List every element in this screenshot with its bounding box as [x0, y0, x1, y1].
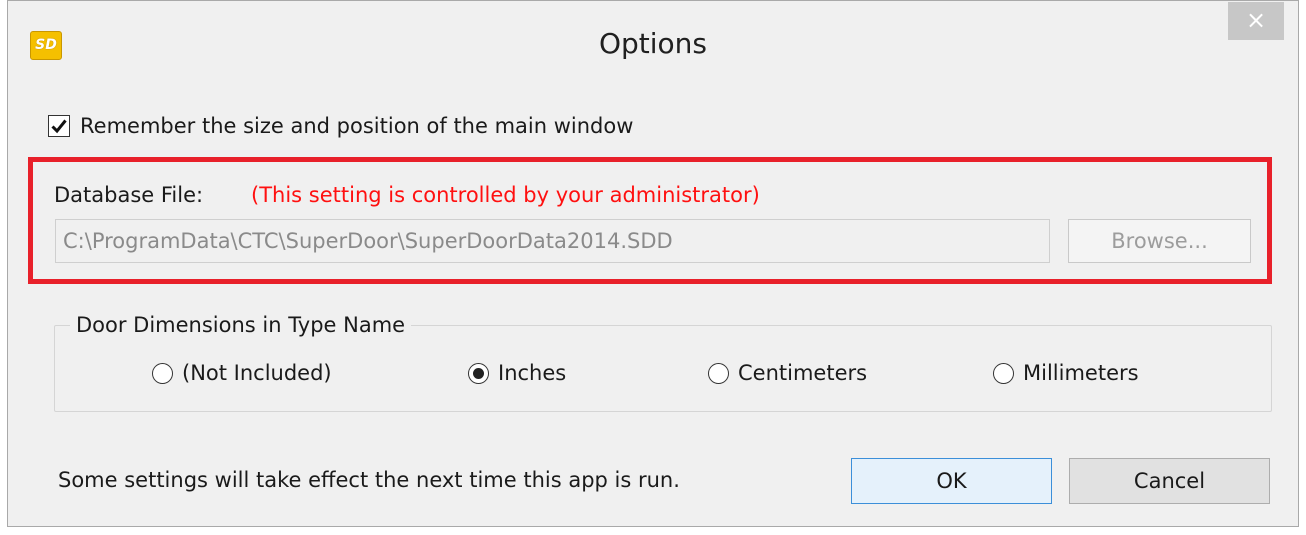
- door-dimensions-legend: Door Dimensions in Type Name: [70, 313, 412, 337]
- radio-millimeters[interactable]: [993, 362, 1014, 384]
- restart-note: Some settings will take effect the next …: [58, 468, 680, 492]
- title-bar: SD Options ×: [8, 1, 1298, 89]
- checkmark-icon: [51, 119, 67, 134]
- cancel-button[interactable]: Cancel: [1069, 458, 1270, 504]
- close-icon: ×: [1245, 6, 1267, 34]
- browse-button[interactable]: Browse...: [1068, 219, 1251, 263]
- radio-not-included[interactable]: [152, 362, 173, 384]
- radio-label-not-included: (Not Included): [182, 361, 332, 385]
- dialog-title: Options: [598, 27, 708, 60]
- radio-option-centimeters[interactable]: Centimeters: [708, 361, 867, 385]
- radio-inches[interactable]: [468, 362, 489, 384]
- database-file-label: Database File:: [54, 183, 204, 207]
- radio-label-millimeters: Millimeters: [1023, 361, 1139, 385]
- radio-selected-dot: [473, 367, 484, 379]
- radio-centimeters[interactable]: [708, 362, 729, 384]
- radio-option-millimeters[interactable]: Millimeters: [993, 361, 1139, 385]
- admin-controlled-note: (This setting is controlled by your admi…: [251, 183, 760, 207]
- radio-label-centimeters: Centimeters: [738, 361, 868, 385]
- remember-window-checkbox[interactable]: [48, 115, 70, 137]
- remember-window-option[interactable]: Remember the size and position of the ma…: [48, 114, 633, 138]
- ok-button[interactable]: OK: [851, 458, 1052, 504]
- close-button[interactable]: ×: [1228, 2, 1284, 40]
- remember-window-label: Remember the size and position of the ma…: [80, 114, 634, 138]
- radio-option-inches[interactable]: Inches: [468, 361, 566, 385]
- database-file-path-field[interactable]: C:\ProgramData\CTC\SuperDoor\SuperDoorDa…: [55, 219, 1050, 263]
- radio-label-inches: Inches: [498, 361, 567, 385]
- radio-option-not-included[interactable]: (Not Included): [152, 361, 332, 385]
